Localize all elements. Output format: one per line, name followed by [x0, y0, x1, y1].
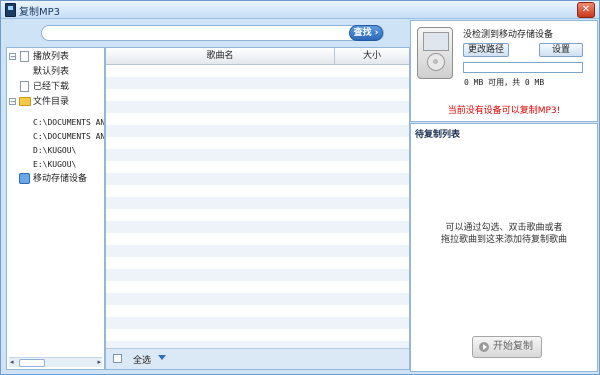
tree-item-label: 播放列表	[33, 52, 70, 62]
tree-item-playlists[interactable]: − 播放列表	[7, 50, 104, 64]
column-size[interactable]: 大小	[335, 48, 409, 64]
window-title: 复制MP3	[19, 7, 61, 18]
app-icon	[5, 3, 16, 17]
device-info: 没检测到移动存储设备 更改路径 设置 0 MB 可用，共 0 MB 当前没有设备…	[410, 20, 598, 122]
folder-icon	[19, 97, 31, 106]
song-list-header: 歌曲名 大小	[106, 48, 409, 65]
copy-mp3-window: 复制MP3 ✕ 查找 › − 播放列表 默认列表 已经下载 − 文件目录 C:\…	[0, 0, 600, 375]
table-row	[106, 137, 409, 149]
queue-hint-line-2: 拖拉歌曲到这来添加待复制歌曲	[440, 235, 567, 245]
tree-item-label: E:\KUGOU\	[33, 160, 77, 169]
table-row	[106, 233, 409, 245]
mp3-player-icon	[417, 27, 453, 79]
table-row	[106, 281, 409, 293]
close-button[interactable]: ✕	[577, 2, 595, 18]
select-all-checkbox[interactable]	[113, 354, 122, 363]
table-row	[106, 293, 409, 305]
tree-item-label: 移动存储设备	[33, 174, 88, 184]
table-row	[106, 65, 409, 77]
tree-item-label: D:\KUGOU\	[33, 146, 77, 155]
copy-queue[interactable]: 待复制列表 可以通过勾选、双击歌曲或者 拖拉歌曲到这来添加待复制歌曲 开始复制	[410, 123, 598, 372]
song-list-panel: 歌曲名 大小 全选	[105, 47, 410, 370]
device-status: 没检测到移动存储设备	[463, 30, 554, 40]
queue-title: 待复制列表	[415, 130, 461, 140]
right-panel: 没检测到移动存储设备 更改路径 设置 0 MB 可用，共 0 MB 当前没有设备…	[410, 20, 598, 372]
queue-hint: 可以通过勾选、双击歌曲或者 拖拉歌曲到这来添加待复制歌曲	[411, 222, 597, 246]
scrollbar-thumb[interactable]	[19, 359, 45, 367]
no-device-warning: 当前没有设备可以复制MP3!	[447, 106, 561, 116]
tree-item-dir-d[interactable]: D:\KUGOU\	[7, 144, 104, 158]
table-row	[106, 329, 409, 341]
chevron-down-icon[interactable]	[158, 355, 166, 360]
tree-item-label: C:\DOCUMENTS AND	[33, 132, 104, 141]
search-input[interactable]	[41, 25, 384, 41]
tree-item-dir-e[interactable]: E:\KUGOU\	[7, 158, 104, 172]
collapse-icon[interactable]: −	[9, 53, 16, 61]
scroll-left-icon[interactable]: ◂	[10, 358, 14, 367]
tree-item-label: 默认列表	[33, 67, 70, 77]
table-row	[106, 209, 409, 221]
queue-hint-line-1: 可以通过勾选、双击歌曲或者	[445, 223, 563, 233]
table-row	[106, 161, 409, 173]
tree-item-label: 文件目录	[33, 97, 70, 107]
close-icon: ✕	[581, 4, 591, 15]
start-copy-button[interactable]: 开始复制	[472, 336, 542, 358]
tree-item-removable-storage[interactable]: 移动存储设备	[7, 172, 104, 186]
column-song-name[interactable]: 歌曲名	[106, 48, 335, 64]
table-row	[106, 305, 409, 317]
table-row	[106, 89, 409, 101]
table-row	[106, 257, 409, 269]
song-list-body[interactable]	[106, 65, 409, 349]
table-row	[106, 317, 409, 329]
search-button-label: 查找	[353, 28, 372, 38]
tree-item-dir-c1[interactable]: C:\DOCUMENTS AND	[7, 116, 104, 130]
start-copy-label: 开始复制	[493, 341, 533, 352]
tree-item-label: 已经下载	[33, 82, 70, 92]
table-row	[106, 149, 409, 161]
song-list-footer: 全选	[106, 348, 409, 369]
table-row	[106, 173, 409, 185]
collapse-icon[interactable]: −	[9, 98, 16, 106]
table-row	[106, 269, 409, 281]
play-icon	[479, 342, 489, 352]
table-row	[106, 101, 409, 113]
table-row	[106, 197, 409, 209]
page-icon	[20, 81, 29, 92]
scroll-right-icon[interactable]: ▸	[97, 358, 101, 367]
list-icon	[20, 51, 29, 62]
storage-space: 0 MB 可用，共 0 MB	[464, 78, 545, 87]
source-tree: − 播放列表 默认列表 已经下载 − 文件目录 C:\DOCUMENTS AND…	[6, 47, 105, 370]
table-row	[106, 245, 409, 257]
tree-item-label: C:\DOCUMENTS AND	[33, 118, 104, 127]
title-bar[interactable]: 复制MP3 ✕	[1, 1, 599, 19]
settings-button[interactable]: 设置	[539, 43, 583, 57]
change-path-button[interactable]: 更改路径	[463, 43, 509, 57]
tree-item-file-directory[interactable]: − 文件目录	[7, 95, 104, 109]
table-row	[106, 221, 409, 233]
table-row	[106, 113, 409, 125]
search-button[interactable]: 查找 ›	[349, 25, 383, 41]
tree-item-default-list[interactable]: 默认列表	[7, 65, 104, 79]
tree-item-downloaded[interactable]: 已经下载	[7, 80, 104, 94]
table-row	[106, 77, 409, 89]
storage-usage-bar	[463, 62, 583, 73]
table-row	[106, 125, 409, 137]
device-icon	[19, 173, 30, 184]
horizontal-scrollbar[interactable]: ◂ ▸	[9, 357, 102, 367]
table-row	[106, 185, 409, 197]
tree-item-dir-c2[interactable]: C:\DOCUMENTS AND	[7, 130, 104, 144]
select-all-label[interactable]: 全选	[133, 353, 151, 366]
